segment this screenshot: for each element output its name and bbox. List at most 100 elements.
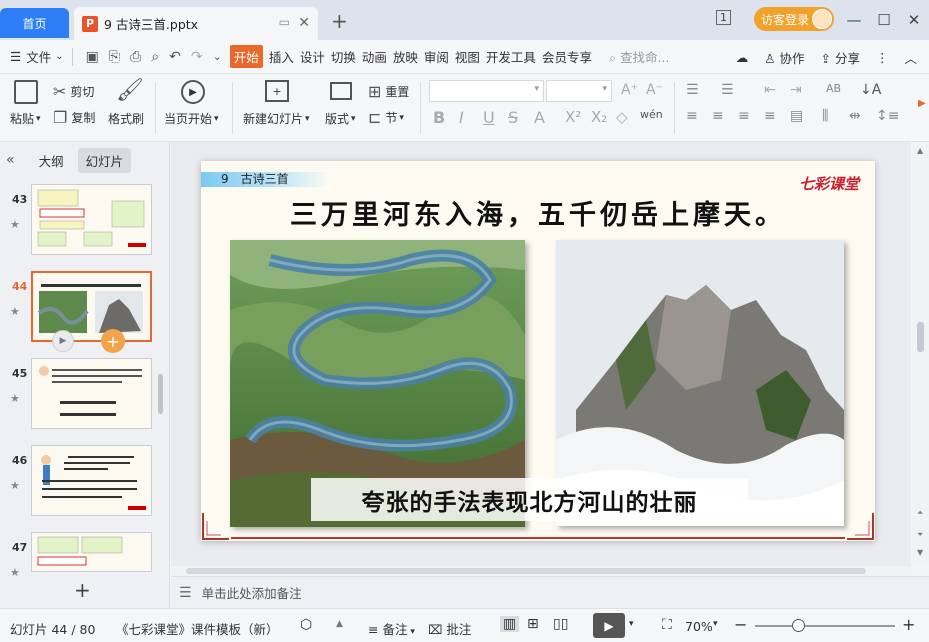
current-slide[interactable]: 9 古诗三首 七彩课堂 三万里河东入海，五千仞岳上摩天。 夸张的手法表现北方河山… [201,161,875,541]
scroll-up-icon[interactable]: ▲ [917,146,923,155]
reset-button[interactable]: ⊞ 重置 [368,82,409,101]
close-window-icon[interactable]: ✕ [899,11,929,29]
align-right-icon[interactable]: ≡ [738,108,750,124]
align-center-icon[interactable]: ≡ [712,108,724,124]
new-slide-button[interactable]: 新建幻灯片 ▾ [243,110,310,127]
char-spacing-icon[interactable]: ⇹ [849,108,861,124]
up-arrow-icon[interactable]: ▲ [336,619,343,629]
cloud-sync-icon[interactable]: ☁ [736,50,749,65]
tab-review[interactable]: 审阅 [424,47,449,66]
zoom-in-icon[interactable]: + [902,615,915,634]
sort-icon[interactable]: ↓A [860,82,881,98]
paste-icon[interactable] [14,80,38,104]
new-tab-icon[interactable]: + [331,9,348,33]
window-number-icon[interactable]: 1 [716,10,731,25]
maximize-icon[interactable]: ☐ [869,11,899,29]
cut-button[interactable]: ✂ 剪切 [53,82,94,101]
font-size-select[interactable]: ▾ [546,80,612,102]
phonetic-icon[interactable]: wén [640,108,663,121]
distribute-icon[interactable]: ▤ [790,108,803,124]
tab-member[interactable]: 会员专享 [542,47,592,66]
superscript-icon[interactable]: X² [565,108,581,126]
align-left-icon[interactable]: ≡ [686,108,698,124]
page-down-icon[interactable]: ⏷ [917,530,923,540]
font-color-icon[interactable]: A [534,108,545,127]
tab-developer[interactable]: 开发工具 [486,47,536,66]
notes-toggle[interactable]: ≡ 备注 ▾ [368,619,415,638]
copy-button[interactable]: ❐ 复制 [53,108,95,127]
undo-icon[interactable]: ↶ [169,49,181,65]
play-slide-icon[interactable]: ▶ [52,330,74,352]
tab-slideshow[interactable]: 放映 [393,47,418,66]
save-icon[interactable]: ▣ [86,49,99,65]
comment-toggle[interactable]: ⌧ 批注 [428,619,471,638]
monitor-icon[interactable]: ▭ [279,15,290,29]
collab-button[interactable]: ♙ 协作 [764,48,804,67]
play-from-current-icon[interactable]: ▶ [181,80,205,104]
sorter-view-icon[interactable]: ⊞ [527,616,539,632]
vertical-scrollbar[interactable]: ▲ ⏶ ⏷ ▼ [912,142,929,566]
share-button[interactable]: ⇪ 分享 [821,48,860,67]
paste-button[interactable]: 粘贴 ▾ [10,110,41,127]
decrease-font-icon[interactable]: A⁻ [646,82,663,98]
strikethrough-icon[interactable]: S [508,108,518,127]
justify-icon[interactable]: ≡ [764,108,776,124]
tab-transition[interactable]: 切换 [331,47,356,66]
italic-icon[interactable]: I [459,108,464,127]
chevron-down-icon[interactable]: ▾ [629,619,634,629]
search-command[interactable]: ⌕ 查找命... [609,47,669,66]
slide-thumbnail[interactable] [31,532,152,572]
zoom-slider-knob[interactable] [792,619,805,632]
ribbon-scroll-right-icon[interactable]: ▶ [918,98,926,109]
visitor-login-button[interactable]: 访客登录 [754,7,834,31]
close-tab-icon[interactable]: ✕ [298,15,310,31]
section-button[interactable]: ⊏ 节 ▾ [368,108,404,127]
new-slide-icon[interactable]: + [265,80,289,102]
decrease-indent-icon[interactable]: ⇤ [764,82,776,98]
bullet-list-icon[interactable]: ☰ [686,82,699,98]
horizontal-scroll-thumb[interactable] [186,568,866,574]
collapse-panel-icon[interactable]: « [6,152,15,168]
underline-icon[interactable]: U [483,108,495,127]
increase-indent-icon[interactable]: ⇥ [790,82,802,98]
more-icon[interactable]: ⋮ [876,50,889,65]
tab-insert[interactable]: 插入 [269,47,294,66]
numbered-list-icon[interactable]: ☰ [721,82,734,98]
increase-font-icon[interactable]: A⁺ [621,82,638,98]
bold-icon[interactable]: B [433,108,445,127]
cube-icon[interactable]: ⬡ [300,617,312,633]
add-slide-icon[interactable]: + [101,329,125,353]
play-from-current-button[interactable]: 当页开始 ▾ [164,110,219,127]
tab-design[interactable]: 设计 [300,47,325,66]
tab-home[interactable]: 首页 [0,8,69,38]
page-up-icon[interactable]: ⏶ [917,508,923,518]
horizontal-scrollbar[interactable] [171,566,912,576]
scroll-down-icon[interactable]: ▼ [917,548,923,557]
format-painter-button[interactable]: 格式刷 [108,110,144,127]
tab-animation[interactable]: 动画 [362,47,387,66]
zoom-level[interactable]: 70% [685,619,713,634]
redo-icon[interactable]: ↷ [191,49,203,65]
notes-pane[interactable]: ☰ 单击此处添加备注 [171,576,929,608]
tab-document[interactable]: P 9 古诗三首.pptx ▭ ✕ [74,7,318,40]
slide-thumbnail[interactable] [31,184,152,255]
fit-window-icon[interactable]: ⛶ [662,617,672,633]
zoom-slider-track[interactable] [755,625,895,627]
panel-scrollbar[interactable] [158,374,163,414]
tab-outline[interactable]: 大纲 [31,148,72,173]
format-painter-icon[interactable]: 🖌 [116,78,144,103]
minimize-icon[interactable]: — [839,11,869,29]
chevron-down-icon[interactable]: ▾ [713,619,718,629]
slide-thumbnail[interactable] [31,445,152,516]
clear-format-icon[interactable]: ◇ [616,108,628,126]
file-menu[interactable]: ☰ 文件 ⌄ [10,47,64,66]
reading-view-icon[interactable]: ▯▯ [553,616,568,632]
tab-slides[interactable]: 幻灯片 [77,147,132,173]
normal-view-icon[interactable]: ▥ [500,616,520,632]
line-spacing-icon[interactable]: ↕≡ [876,108,899,124]
slideshow-play-button[interactable]: ▶ [593,613,625,638]
preview-icon[interactable]: ⌕ [151,49,159,65]
font-family-select[interactable]: ▾ [429,80,544,102]
vertical-scroll-thumb[interactable] [917,322,924,352]
slide-thumbnail[interactable] [31,358,152,429]
